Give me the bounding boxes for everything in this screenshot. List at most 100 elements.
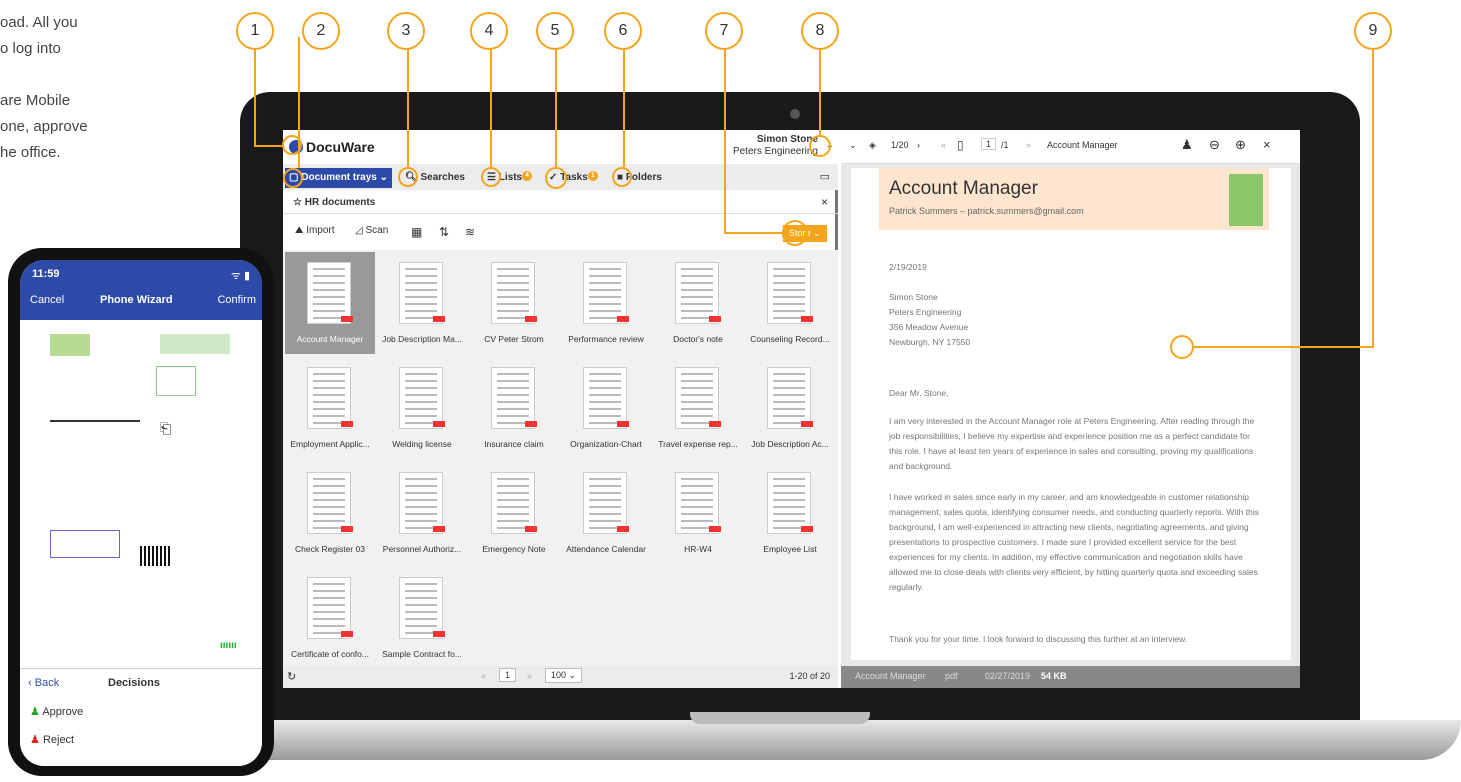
reject-label: Reject [42,734,75,746]
footer-doc-name: Account Manager [855,671,926,681]
sort-icon[interactable]: ⇅ [439,225,449,239]
app-header: DocuWare Simon Stone Peters Engineering … [283,130,838,164]
database-icon[interactable]: ≋ [465,225,475,239]
callout-line [254,145,282,147]
document-tile[interactable]: Job Description Ac... [745,357,835,459]
app-screen: DocuWare Simon Stone Peters Engineering … [283,130,1300,688]
callout-line [490,40,492,167]
document-tile[interactable]: Job Description Ma... [377,252,467,354]
document-thumbnail [399,472,443,534]
callout-line [724,40,726,233]
import-button[interactable]: ⛰ Import [295,225,335,236]
document-tile[interactable]: Employment Applic... [285,357,375,459]
scan-button[interactable]: ◿ Scan [355,225,388,236]
close-icon[interactable]: × [821,195,828,209]
star-icon[interactable]: ☆ [293,197,302,208]
phone-cancel-button[interactable]: Cancel [30,294,64,306]
page-size-select[interactable]: 100 ⌄ [545,668,583,683]
document-tile[interactable]: Sample Contract fo... [377,567,467,669]
close-icon[interactable]: × [1263,137,1271,152]
phone-back-button[interactable]: ‹ Back [28,677,59,689]
document-page: Account Manager Patrick Summers – patric… [851,168,1291,660]
address-line: Peters Engineering [889,307,962,317]
breadcrumb-label: HR documents [304,197,376,208]
pdf-icon [709,316,721,322]
letter-greeting: Dear Mr. Stone, [889,388,949,398]
tab-label: Searches [420,172,465,183]
document-tile[interactable]: Personnel Authoriz... [377,462,467,564]
intro-line: oad. All you [0,14,78,31]
document-tile[interactable]: Emergency Note [469,462,559,564]
pdf-icon [801,421,813,427]
approve-option[interactable]: ♟ Approve [30,705,83,718]
document-thumbnail [491,262,535,324]
intro-line: he office. [0,144,61,161]
document-tile[interactable]: Organization-Chart [561,357,651,459]
refresh-icon[interactable]: ↻ [287,670,296,683]
document-tile[interactable]: Employee List [745,462,835,564]
callout-line [1194,346,1374,348]
next-page-icon[interactable]: » [1026,140,1031,150]
document-tile[interactable]: Account Manager [285,252,375,354]
breadcrumb: ☆ HR documents × [283,190,838,214]
grid-view-icon[interactable]: ▦ [411,225,422,239]
document-tile[interactable]: Attendance Calendar [561,462,651,564]
document-title: Certificate of confo... [291,649,369,659]
pdf-icon [433,316,445,322]
app-logo[interactable]: DocuWare [289,139,375,155]
callout-marker [283,168,303,188]
stamp-icon[interactable]: ♟ [1181,137,1193,153]
document-tile[interactable]: Counseling Record... [745,252,835,354]
zoom-in-icon[interactable]: ⊕ [1235,137,1246,153]
next-document-icon[interactable]: › [917,140,920,150]
user-info[interactable]: Simon Stone Peters Engineering [733,134,818,158]
zoom-out-icon[interactable]: ⊖ [1209,137,1220,153]
document-tile[interactable]: Performance review [561,252,651,354]
layers-icon[interactable]: ◈ [869,140,876,151]
phone-confirm-button[interactable]: Confirm [217,294,256,306]
document-title: Insurance claim [484,439,544,449]
callout-marker [809,135,831,157]
laptop-notch [690,712,870,724]
viewer-doc-title: Account Manager [1047,140,1118,150]
tab-label: Lists [498,172,523,183]
document-tile[interactable]: Doctor's note [653,252,743,354]
document-tile[interactable]: Check Register 03 [285,462,375,564]
logo-text: DocuWare [306,139,375,155]
reject-option[interactable]: ♟ Reject [30,733,74,746]
document-title: Personnel Authoriz... [382,544,462,554]
page-number-input[interactable]: 1 [981,138,997,150]
chevron-down-icon[interactable]: ⌄ [849,140,857,151]
callout-6: 6 [604,12,642,50]
first-page-icon[interactable]: « [481,671,486,681]
callout-9: 9 [1354,12,1392,50]
intro-line: o log into [0,40,61,57]
document-tile[interactable]: Travel expense rep... [653,357,743,459]
document-tile[interactable]: Certificate of confo... [285,567,375,669]
document-tile[interactable]: HR-W4 [653,462,743,564]
document-title: Job Description Ac... [751,439,829,449]
last-page-icon[interactable]: » [527,671,532,681]
document-title: Job Description Ma... [382,334,462,344]
document-thumbnail [767,367,811,429]
page-input[interactable]: 1 [499,668,517,682]
approve-label: Approve [42,706,84,718]
pdf-icon [525,421,537,427]
document-title: Check Register 03 [295,544,365,554]
tray-toolbar: ⛰ Import ◿ Scan ▦ ⇅ ≋ [283,214,838,248]
callout-marker [612,167,632,187]
footer-doc-type: pdf [945,671,958,681]
tasks-badge: 1 [587,171,598,181]
document-tile[interactable]: Welding license [377,357,467,459]
document-title: Doctor's note [673,334,723,344]
page-total: /1 [1001,140,1009,150]
document-count: 1/20 [891,140,909,150]
result-range: 1-20 of 20 [789,671,830,681]
prev-page-icon[interactable]: « [941,140,946,150]
document-tile[interactable]: CV Peter Strom [469,252,559,354]
callout-marker [782,220,808,246]
document-tile[interactable]: Insurance claim [469,357,559,459]
phone-time: 11:59 [32,268,60,280]
window-icon[interactable]: ▭ [820,170,830,183]
laptop-base [200,720,1461,760]
